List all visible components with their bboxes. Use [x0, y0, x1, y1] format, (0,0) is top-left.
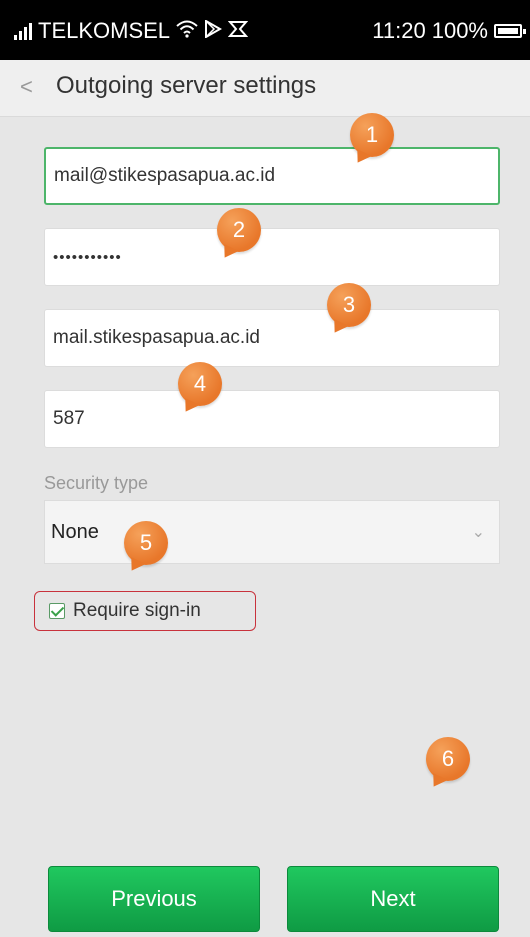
security-type-label: Security type: [44, 473, 149, 493]
previous-button[interactable]: Previous: [48, 866, 260, 932]
page-title: Outgoing server settings: [56, 72, 317, 99]
carrier-name: TELKOMSEL: [38, 18, 171, 43]
back-chevron-icon[interactable]: <: [20, 74, 33, 100]
chevron-down-icon: ⌄: [471, 524, 485, 541]
notification-icon: [227, 18, 249, 44]
annotation-marker-6: 6: [426, 737, 470, 781]
app-header: < Outgoing server settings: [0, 60, 530, 117]
annotation-marker-2: 2: [217, 208, 261, 252]
annotation-marker-5: 5: [124, 521, 168, 565]
email-field[interactable]: mail@stikespasapua.ac.id: [44, 147, 500, 205]
next-button[interactable]: Next: [287, 866, 499, 932]
security-type-select[interactable]: None ⌄: [44, 500, 500, 564]
status-left: TELKOMSEL: [14, 18, 249, 44]
battery-percent: 100%: [431, 18, 488, 43]
clock: 11:20: [372, 18, 426, 43]
require-signin-checkbox[interactable]: [49, 603, 65, 619]
wifi-icon: [176, 18, 198, 44]
require-signin-option[interactable]: Require sign-in: [34, 591, 256, 631]
play-store-icon: [204, 18, 223, 44]
smtp-server-field[interactable]: mail.stikespasapua.ac.id: [44, 309, 500, 367]
require-signin-label: Require sign-in: [73, 600, 201, 621]
battery-icon: [494, 24, 526, 38]
signal-icon: [14, 22, 32, 40]
port-field[interactable]: 587: [44, 390, 500, 448]
annotation-marker-4: 4: [178, 362, 222, 406]
password-value: •••••••••••: [53, 248, 122, 266]
annotation-marker-3: 3: [327, 283, 371, 327]
security-type-value: None: [51, 520, 99, 543]
status-bar: TELKOMSEL 11:20 100%: [0, 0, 530, 60]
password-field[interactable]: •••••••••••: [44, 228, 500, 286]
status-right: 11:20 100%: [372, 18, 526, 44]
annotation-marker-1: 1: [350, 113, 394, 157]
